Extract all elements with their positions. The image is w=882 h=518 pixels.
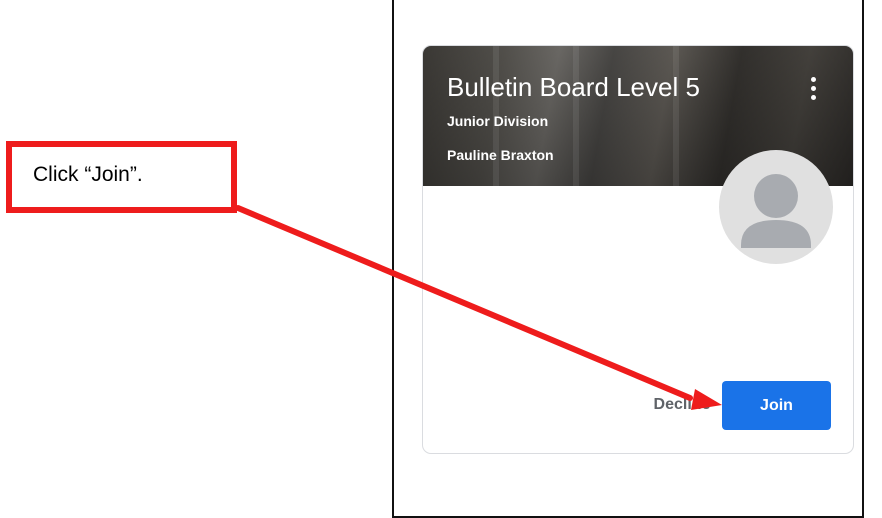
class-card: Bulletin Board Level 5 Junior Division P…: [422, 45, 854, 454]
join-button[interactable]: Join: [722, 381, 831, 430]
banner-texture: [673, 46, 679, 186]
class-section: Junior Division: [447, 113, 549, 129]
teacher-name: Pauline Braxton: [447, 147, 554, 163]
banner-texture: [573, 46, 579, 186]
decline-button[interactable]: Decline: [641, 388, 723, 422]
callout-text: Click “Join”.: [33, 163, 143, 186]
class-title[interactable]: Bulletin Board Level 5: [447, 72, 700, 103]
more-vert-icon[interactable]: [801, 74, 825, 104]
person-icon: [719, 150, 833, 264]
instruction-callout: Click “Join”.: [6, 141, 237, 213]
card-actions: Decline Join: [423, 380, 853, 430]
